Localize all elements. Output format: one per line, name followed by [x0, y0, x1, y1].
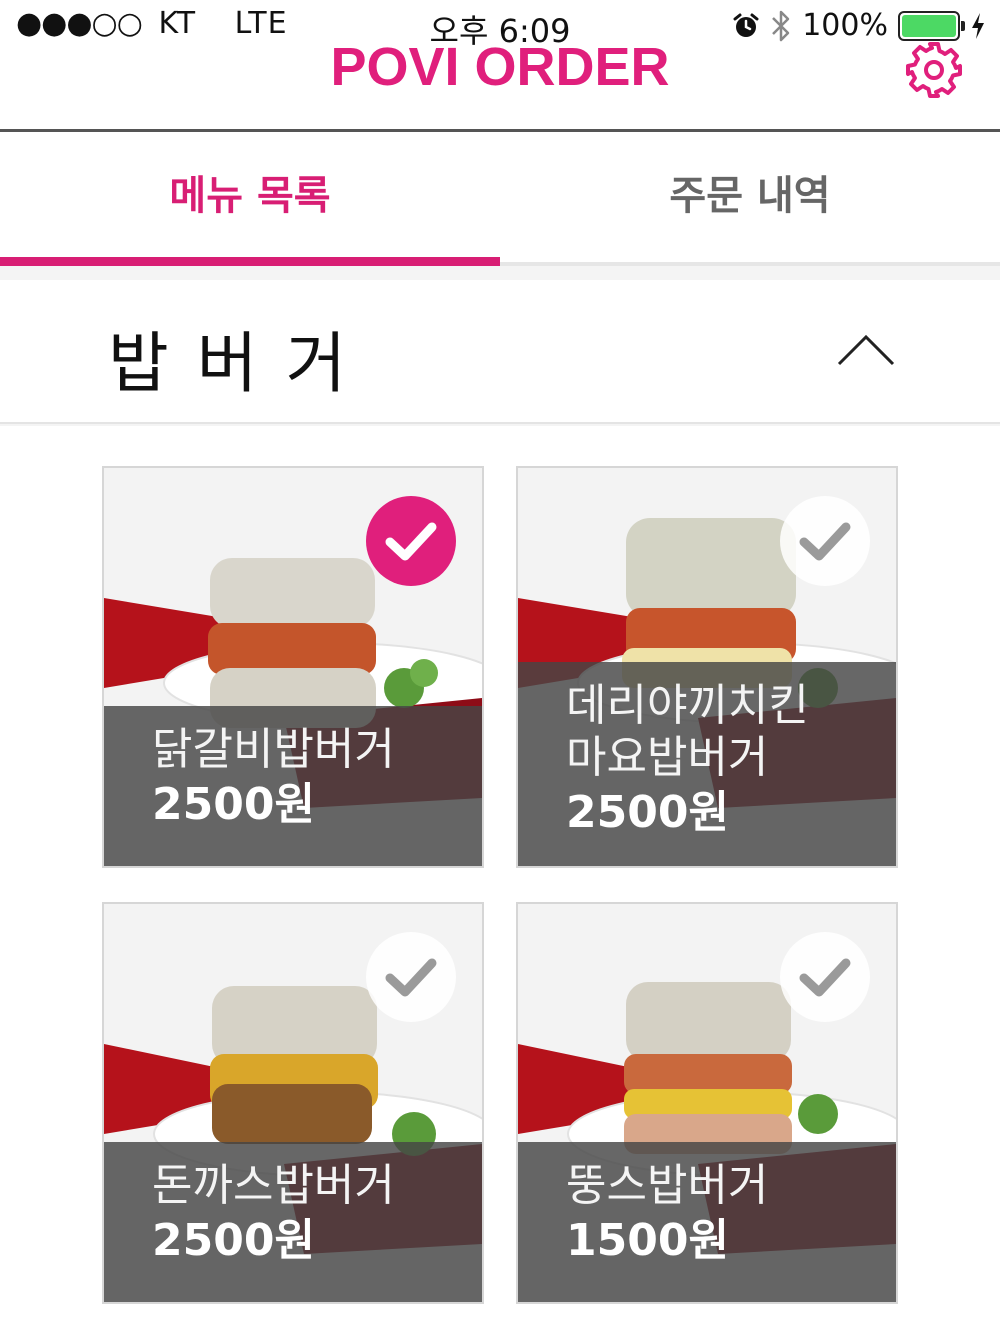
menu-item-price: 2500원: [566, 787, 729, 838]
menu-item-price: 2500원: [152, 1215, 315, 1266]
tab-label: 메뉴 목록: [169, 173, 331, 219]
menu-item-info: 데리야끼치킨 마요밥버거 2500원: [518, 662, 896, 866]
menu-item-price: 1500원: [566, 1215, 729, 1266]
menu-item-name: 닭갈비밥버거: [152, 724, 395, 775]
check-icon[interactable]: [780, 932, 870, 1022]
app-title: POVI ORDER: [330, 37, 670, 97]
menu-item-info: 돈까스밥버거 2500원: [104, 1142, 482, 1302]
menu-item-name: 데리야끼치킨 마요밥버거: [566, 680, 809, 783]
menu-item-card[interactable]: 돈까스밥버거 2500원: [102, 902, 484, 1304]
menu-item-name: 돈까스밥버거: [152, 1160, 395, 1211]
tab-bar: 메뉴 목록 주문 내역: [0, 132, 1000, 266]
category-title: 밥버거: [108, 325, 375, 402]
tab-order-history[interactable]: 주문 내역: [500, 132, 1000, 262]
menu-item-info: 닭갈비밥버거 2500원: [104, 706, 482, 866]
check-icon[interactable]: [366, 496, 456, 586]
tab-menu-list[interactable]: 메뉴 목록: [0, 132, 500, 266]
chevron-up-icon[interactable]: [836, 332, 896, 368]
gear-icon[interactable]: [904, 40, 964, 100]
category-header[interactable]: 밥버거: [0, 280, 1000, 424]
menu-item-card[interactable]: 데리야끼치킨 마요밥버거 2500원: [516, 466, 898, 868]
menu-item-name: 뚱스밥버거: [566, 1160, 769, 1211]
check-icon[interactable]: [366, 932, 456, 1022]
app-header: ●●●○○ KT LTE 오후 6:09 100% POVI ORDER: [0, 0, 1000, 132]
check-icon[interactable]: [780, 496, 870, 586]
menu-grid: 닭갈비밥버거 2500원 데리야끼치킨 마요밥버거 2500원 돈까스밥버거 2…: [0, 426, 1000, 1334]
menu-item-info: 뚱스밥버거 1500원: [518, 1142, 896, 1302]
menu-item-card[interactable]: 닭갈비밥버거 2500원: [102, 466, 484, 868]
menu-item-card[interactable]: 뚱스밥버거 1500원: [516, 902, 898, 1304]
menu-item-price: 2500원: [152, 779, 315, 830]
tab-label: 주문 내역: [669, 173, 831, 219]
